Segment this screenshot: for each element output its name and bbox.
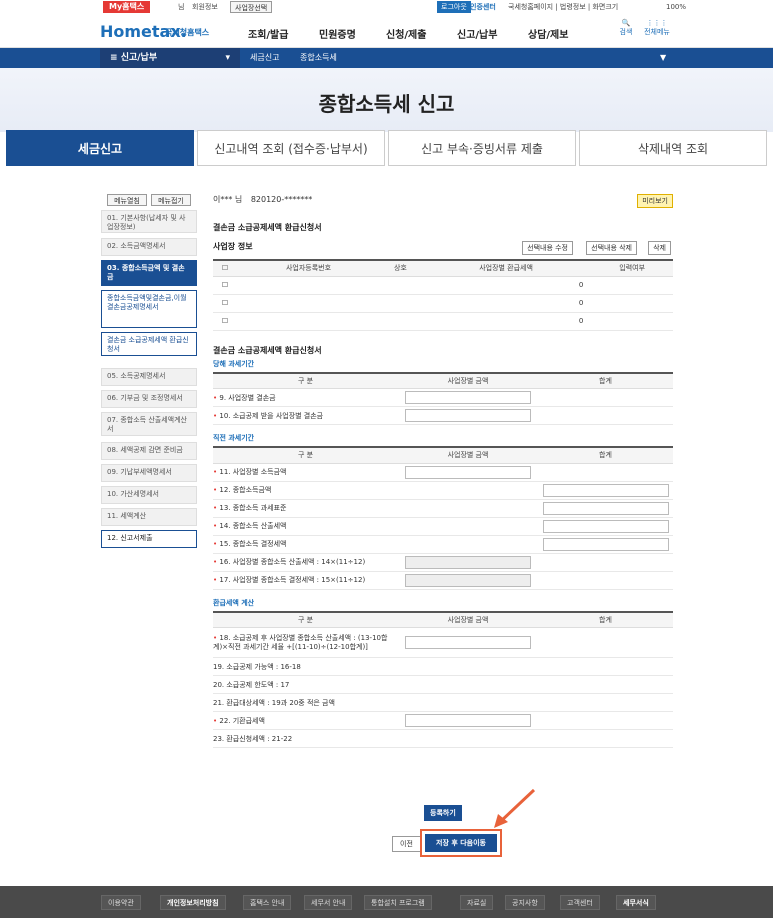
sidebar-item-10[interactable]: 10. 가산세명세서 <box>101 486 197 504</box>
total-income-input[interactable] <box>542 483 669 497</box>
main-content: 이*** 님 820120-******* 미리보기 결손금 소급공제세액 환급… <box>213 194 673 748</box>
footer-install[interactable]: 통합설치 프로그램 <box>364 895 432 910</box>
footer-hometax[interactable]: 홈택스 안내 <box>243 895 292 910</box>
delete-button[interactable]: 삭제 <box>648 241 671 255</box>
sidebar-item-09[interactable]: 09. 기납부세액명세서 <box>101 464 197 482</box>
application-title: 결손금 소급공제세액 환급신청서 <box>213 345 322 355</box>
row-checkbox[interactable]: ☐ <box>213 312 237 331</box>
all-menu-button[interactable]: ⋮⋮⋮ 전체메뉴 <box>642 19 672 37</box>
location-bar: ≡ 신고/납부 ▾ 세금신고 종합소득세 ▼ <box>0 48 773 68</box>
nav-certificate[interactable]: 민원증명 <box>319 26 356 41</box>
table-row: ☐ 0 <box>213 276 673 295</box>
main-header: Hometax. 국세청홈택스 조회/발급 민원증명 신청/제출 신고/납부 상… <box>0 14 773 48</box>
loss-input[interactable] <box>405 391 531 404</box>
prior-period-title: 직전 과세기간 <box>213 434 255 442</box>
refund-calc-table: 구 분 사업장별 금액 합계 • 18. 소급공제 후 사업장별 종합소득 산출세액… <box>213 610 673 748</box>
biz-info-title: 사업장 정보 <box>213 242 253 251</box>
sidebar-item-01[interactable]: 01. 기본사항(납세자 및 사업장정보) <box>101 210 197 233</box>
location-current[interactable]: ≡ 신고/납부 ▾ <box>100 48 240 68</box>
refund-calc-title: 환급세액 계산 <box>213 598 255 607</box>
top-links[interactable]: 국세청홈페이지 | 법령정보 | 화면크기 <box>508 1 618 13</box>
biz-determined-tax-field <box>405 573 531 587</box>
cert-center-link[interactable]: 인증센터 <box>470 1 496 13</box>
prior-refund-input[interactable] <box>405 714 531 727</box>
menu-close-button[interactable]: 메뉴접기 <box>151 194 191 206</box>
top-utility-bar: My홈택스 님 회원정보 사업장선택 로그아웃 인증센터 국세청홈페이지 | 법… <box>0 0 773 14</box>
prev-button[interactable]: 이전 <box>392 836 421 852</box>
logout-button[interactable]: 로그아웃 <box>437 1 471 13</box>
sidebar-sub-item-2[interactable]: 결손금 소급공제세액 환급신청서 <box>101 332 197 356</box>
footer: 이용약관 개인정보처리방침 홈택스 안내 세무서 안내 통합설치 프로그램 자료… <box>0 886 773 918</box>
tab-deleted[interactable]: 삭제내역 조회 <box>579 130 767 166</box>
register-button[interactable]: 등록하기 <box>424 805 462 821</box>
menu-open-button[interactable]: 메뉴열침 <box>107 194 147 206</box>
income-input[interactable] <box>405 465 531 479</box>
page-banner: 종합소득세 신고 <box>0 68 773 132</box>
user-id: 820120-******* <box>250 195 313 204</box>
nav-application[interactable]: 신청/제출 <box>386 26 426 41</box>
tab-history[interactable]: 신고내역 조회 (접수증·납부서) <box>197 130 385 166</box>
tax-base-input[interactable] <box>542 501 669 515</box>
prior-period-table: 구 분 사업장별 금액 합계 • 11. 사업장별 소득금액 • 12. 종합소득금… <box>213 446 673 590</box>
table-row: ☐ 0 <box>213 294 673 313</box>
footer-notice[interactable]: 공지사항 <box>505 895 545 910</box>
footer-privacy[interactable]: 개인정보처리방침 <box>160 895 226 910</box>
footer-office[interactable]: 세무서 안내 <box>304 895 353 910</box>
zoom-level[interactable]: 100% <box>666 1 686 13</box>
save-next-button[interactable]: 저장 후 다음이동 <box>425 834 497 852</box>
footer-support[interactable]: 고객센터 <box>560 895 600 910</box>
arrow-icon <box>494 788 536 828</box>
sidebar-item-11[interactable]: 11. 세액계산 <box>101 508 197 526</box>
biz-calc-tax-field <box>405 555 531 569</box>
delete-selected-button[interactable]: 선택내용 삭제 <box>586 241 637 255</box>
sidebar-item-05[interactable]: 05. 소득공제명세서 <box>101 368 197 386</box>
after-carryback-input[interactable] <box>405 636 531 649</box>
nav-inquiry[interactable]: 조회/발급 <box>248 26 288 41</box>
business-select-button[interactable]: 사업장선택 <box>230 1 273 13</box>
my-hometax-link[interactable]: My홈택스 <box>103 1 151 13</box>
footer-forms[interactable]: 세무서식 <box>616 895 656 910</box>
sidebar-item-02[interactable]: 02. 소득금액명세서 <box>101 238 197 256</box>
sidebar-item-12[interactable]: 12. 신고서제출 <box>101 530 197 548</box>
page-title: 종합소득세 신고 <box>318 92 455 116</box>
footer-library[interactable]: 자료실 <box>460 895 494 910</box>
sidebar-sub-item-1[interactable]: 종합소득금액및결손금,이월결손금공제명세서 <box>101 290 197 328</box>
tab-attachment[interactable]: 신고 부속·증빙서류 제출 <box>388 130 576 166</box>
member-info-link[interactable]: 회원정보 <box>192 1 218 13</box>
row-checkbox[interactable]: ☐ <box>213 276 237 295</box>
sidebar-item-07[interactable]: 07. 종합소득 산출세액계산서 <box>101 412 197 436</box>
biz-table: ☐ 사업자등록번호 상호 사업장별 환급세액 입력여부 ☐ 0 ☐ 0 ☐ 0 <box>213 259 673 331</box>
search-button[interactable]: 🔍 검색 <box>616 19 636 37</box>
user-label: 님 <box>178 3 185 11</box>
main-tabs: 세금신고 신고내역 조회 (접수증·납부서) 신고 부속·증빙서류 제출 삭제내… <box>0 130 773 168</box>
form-title: 결손금 소급공제세액 환급신청서 <box>213 223 322 232</box>
carryback-loss-input[interactable] <box>405 409 531 422</box>
footer-terms[interactable]: 이용약관 <box>101 895 141 910</box>
current-period-table: 구 분 사업장별 금액 합계 • 9. 사업장별 결손금 • 10. 소급공제 받을… <box>213 371 673 425</box>
sidebar-item-08[interactable]: 08. 세액공제 감면 준비금 <box>101 442 197 460</box>
hometax-logo-kr: 국세청홈택스 <box>165 28 210 37</box>
preview-button[interactable]: 미리보기 <box>637 194 673 208</box>
nav-consult[interactable]: 상담/제보 <box>528 26 568 41</box>
sidebar-item-06[interactable]: 06. 기부금 및 조정명세서 <box>101 390 197 408</box>
row-checkbox[interactable]: ☐ <box>213 294 237 313</box>
chevron-down-icon[interactable]: ▼ <box>660 48 666 68</box>
calc-tax-input[interactable] <box>542 519 669 533</box>
grid-icon: ⋮⋮⋮ <box>646 19 668 27</box>
tab-tax-report[interactable]: 세금신고 <box>6 130 194 166</box>
nav-report[interactable]: 신고/납부 <box>457 26 497 41</box>
breadcrumb-1[interactable]: 세금신고 <box>250 48 279 68</box>
sidebar-item-03[interactable]: 03. 종합소득금액 및 결손금 <box>101 260 197 286</box>
current-period-title: 당해 과세기간 <box>213 359 255 368</box>
edit-selected-button[interactable]: 선택내용 수정 <box>522 241 573 255</box>
search-icon: 🔍 <box>621 19 631 27</box>
breadcrumb-2[interactable]: 종합소득세 <box>300 48 337 68</box>
table-row: ☐ 0 <box>213 312 673 331</box>
select-all-checkbox[interactable]: ☐ <box>213 259 237 277</box>
user-name: 이*** 님 <box>213 195 243 204</box>
determined-tax-input[interactable] <box>542 537 669 551</box>
